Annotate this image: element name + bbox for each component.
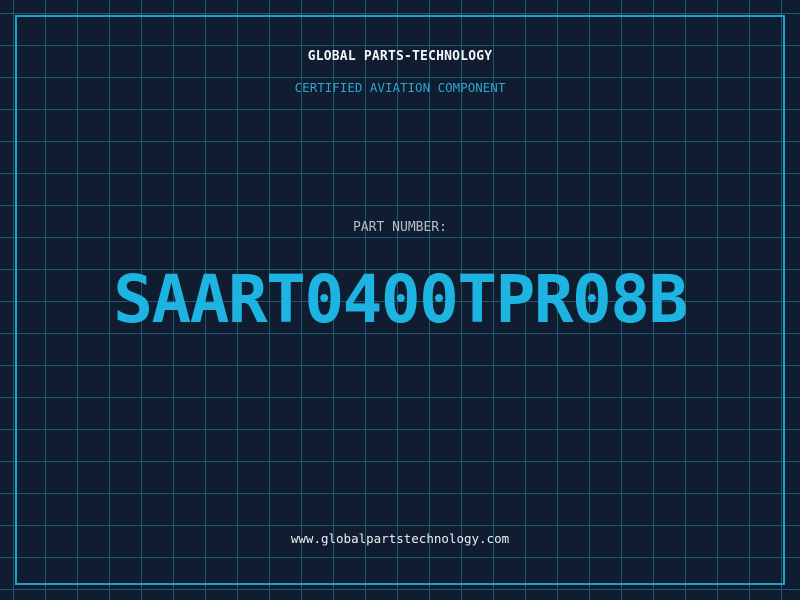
part-number-value: SAART0400TPR08B: [113, 261, 688, 338]
certification-subtitle: CERTIFIED AVIATION COMPONENT: [294, 80, 506, 95]
company-name: GLOBAL PARTS-TECHNOLOGY: [307, 49, 493, 64]
part-label-card: GLOBAL PARTS-TECHNOLOGY CERTIFIED AVIATI…: [0, 0, 800, 600]
part-number-label: PART NUMBER:: [353, 220, 447, 235]
website-url: www.globalpartstechnology.com: [290, 531, 510, 546]
